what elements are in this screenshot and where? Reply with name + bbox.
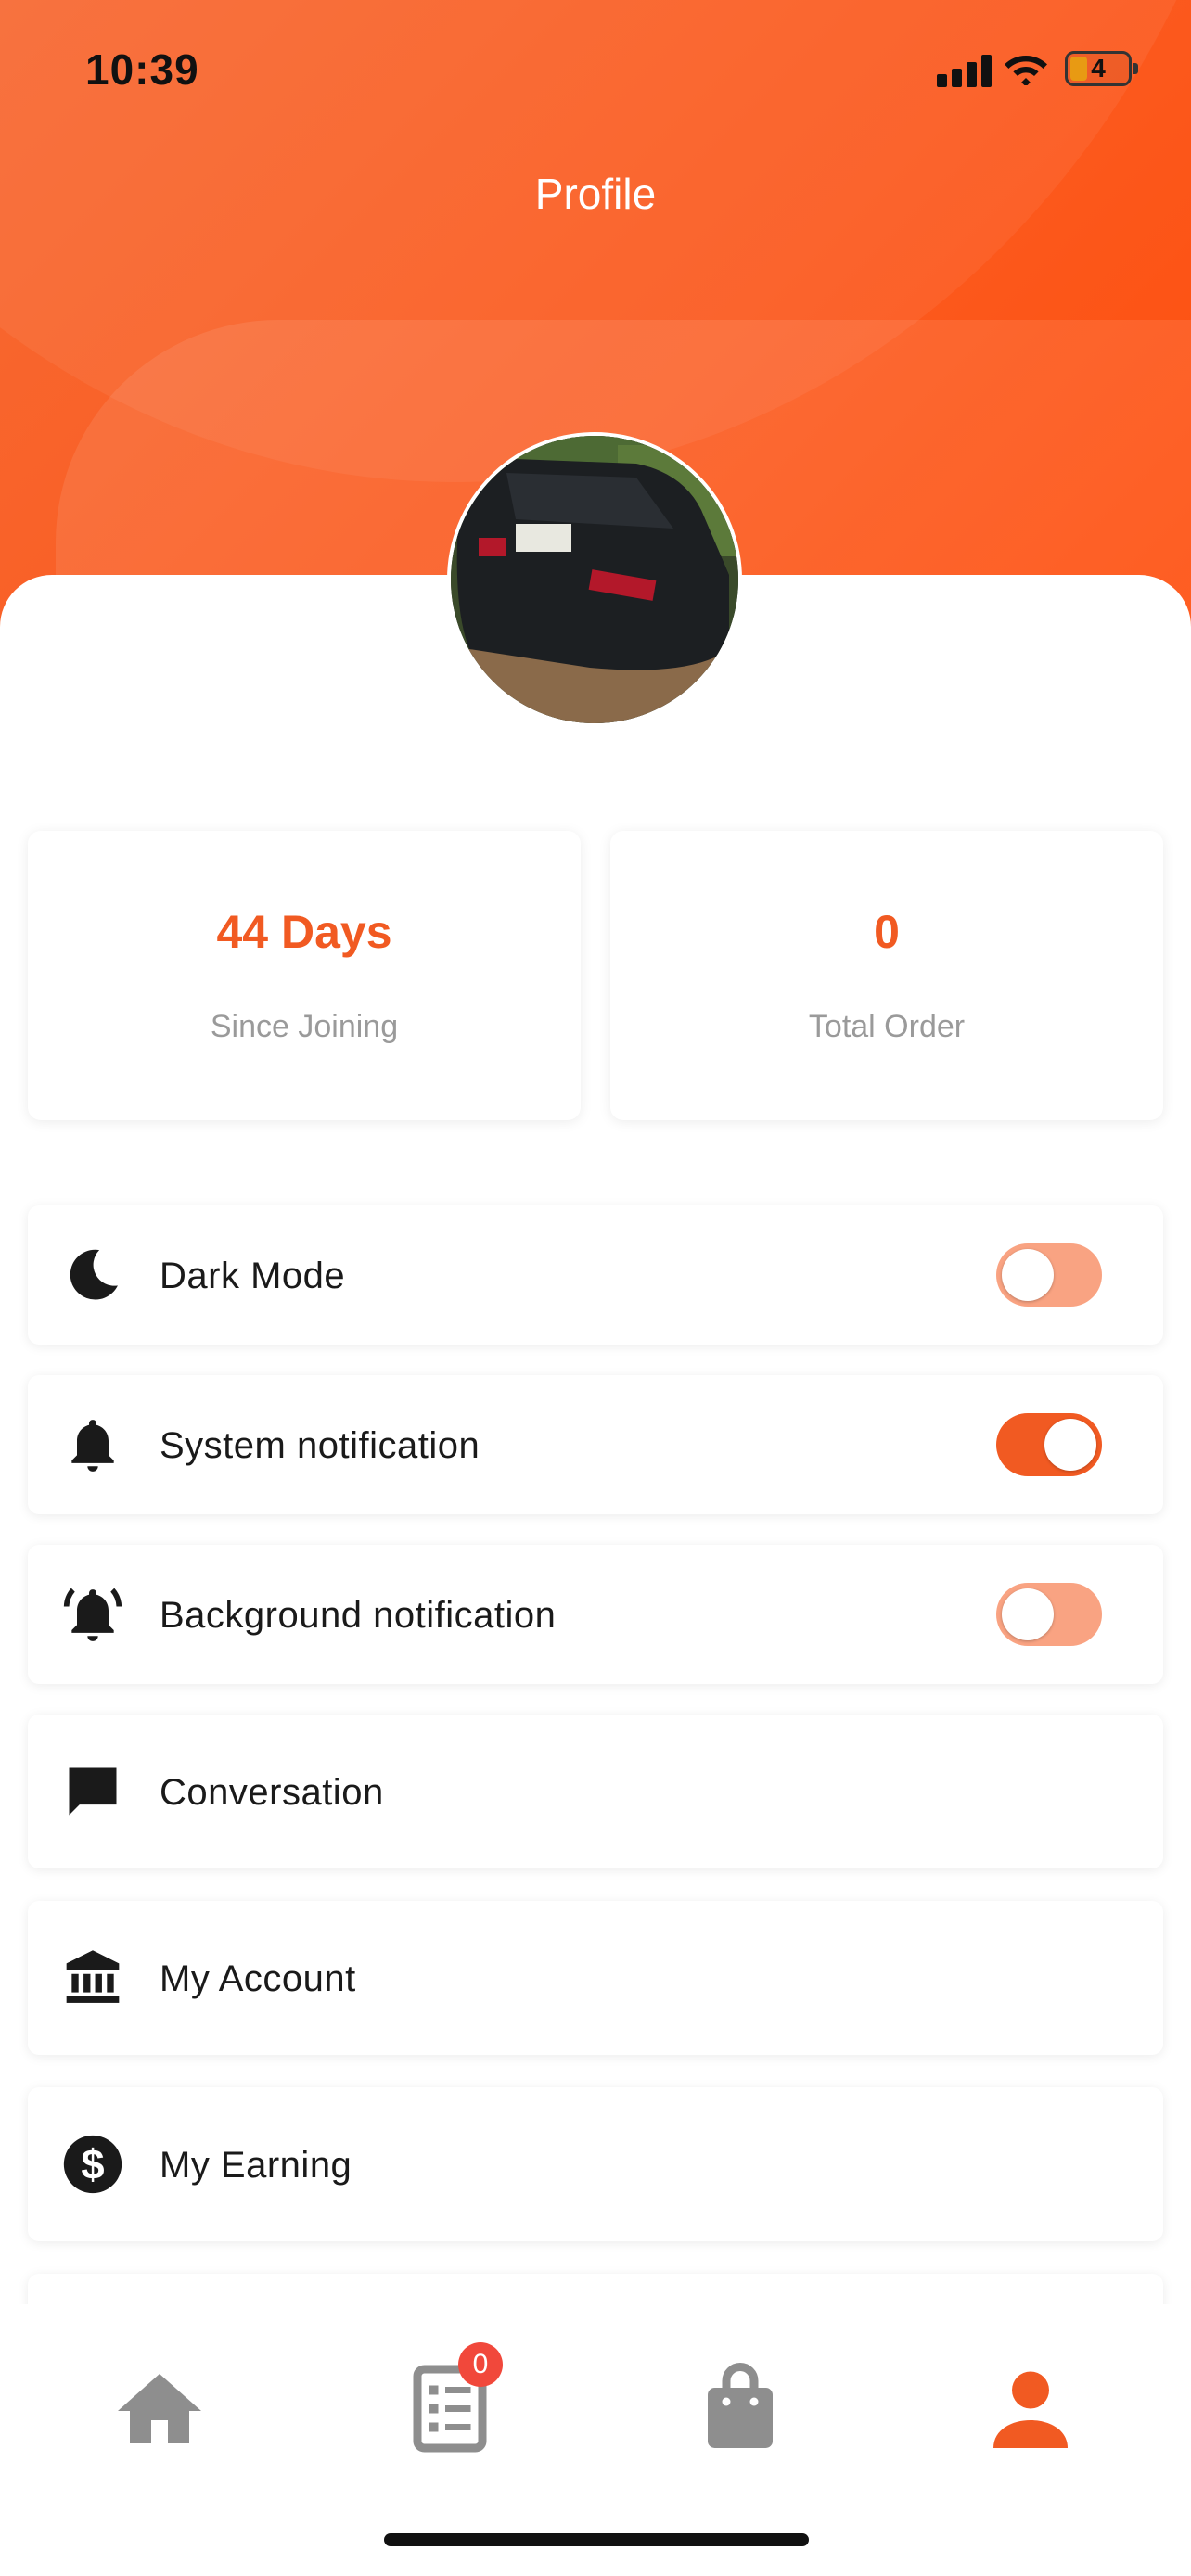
- settings-row-my-account[interactable]: My Account: [28, 1901, 1163, 2055]
- orders-badge: 0: [458, 2342, 503, 2387]
- bank-icon: [66, 1950, 120, 2003]
- system-notification-label: System notification: [160, 1425, 480, 1466]
- settings-row-system-notification[interactable]: System notification: [28, 1375, 1163, 1514]
- total-order-value: 0: [874, 906, 900, 958]
- dark-mode-toggle[interactable]: [996, 1243, 1102, 1307]
- home-indicator: [384, 2533, 809, 2546]
- settings-row-my-earning[interactable]: $ My Earning: [28, 2087, 1163, 2241]
- background-notification-label: Background notification: [160, 1595, 557, 1636]
- stat-card-since-joining: 44 Days Since Joining: [28, 831, 581, 1120]
- status-bar: 10:39 4: [0, 0, 1191, 139]
- moon-icon: [70, 1249, 118, 1300]
- shopping-bag-icon[interactable]: [685, 2360, 796, 2453]
- signal-icon: [937, 54, 994, 87]
- bell-icon: [71, 1420, 114, 1472]
- total-order-label: Total Order: [808, 1009, 966, 1044]
- status-time: 10:39: [85, 45, 199, 94]
- dollar-icon: $: [63, 2135, 122, 2194]
- settings-row-dark-mode[interactable]: Dark Mode: [28, 1205, 1163, 1345]
- conversation-label: Conversation: [160, 1772, 384, 1813]
- bell-ringing-icon: [63, 1588, 122, 1641]
- dark-mode-label: Dark Mode: [160, 1256, 346, 1296]
- days-since-joining-value: 44 Days: [216, 906, 392, 958]
- battery-level: 4: [1091, 54, 1106, 83]
- system-notification-toggle[interactable]: [996, 1413, 1102, 1476]
- avatar[interactable]: [447, 432, 742, 727]
- battery-icon: 4: [1065, 51, 1138, 86]
- chat-icon: [69, 1767, 117, 1816]
- settings-row-conversation[interactable]: Conversation: [28, 1715, 1163, 1868]
- background-notification-toggle[interactable]: [996, 1583, 1102, 1646]
- my-account-label: My Account: [160, 1958, 356, 1999]
- page-title: Profile: [534, 170, 657, 218]
- home-icon[interactable]: [104, 2360, 215, 2453]
- settings-row-background-notification[interactable]: Background notification: [28, 1545, 1163, 1684]
- wifi-icon: [1005, 56, 1047, 85]
- profile-icon[interactable]: [975, 2360, 1086, 2453]
- avatar-photo: [451, 436, 738, 723]
- days-since-joining-label: Since Joining: [210, 1009, 399, 1044]
- stat-card-total-order: 0 Total Order: [610, 831, 1163, 1120]
- svg-text:$: $: [81, 2141, 104, 2188]
- my-earning-label: My Earning: [160, 2145, 352, 2186]
